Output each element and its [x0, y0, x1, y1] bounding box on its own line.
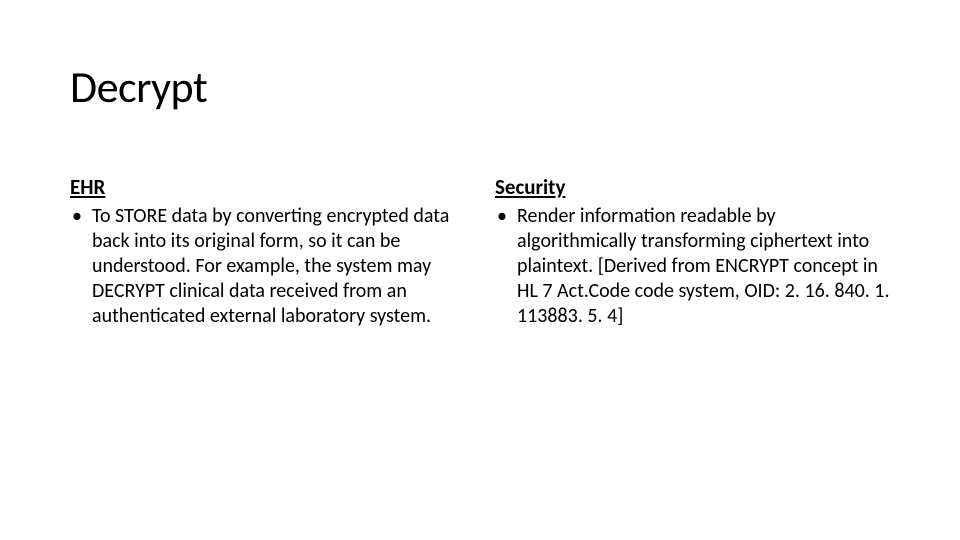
content-columns: EHR • To STORE data by converting encryp…	[70, 174, 890, 329]
slide-title: Decrypt	[70, 60, 890, 114]
ehr-bullet-item: • To STORE data by converting encrypted …	[70, 204, 465, 329]
security-bullet-text: Render information readable by algorithm…	[517, 204, 890, 329]
ehr-bullet-text: To STORE data by converting encrypted da…	[92, 204, 465, 329]
right-column: Security • Render information readable b…	[495, 174, 890, 329]
ehr-heading: EHR	[70, 174, 465, 200]
security-bullet-item: • Render information readable by algorit…	[495, 204, 890, 329]
left-column: EHR • To STORE data by converting encryp…	[70, 174, 465, 329]
bullet-icon: •	[495, 204, 517, 229]
security-heading: Security	[495, 174, 890, 200]
bullet-icon: •	[70, 204, 92, 229]
